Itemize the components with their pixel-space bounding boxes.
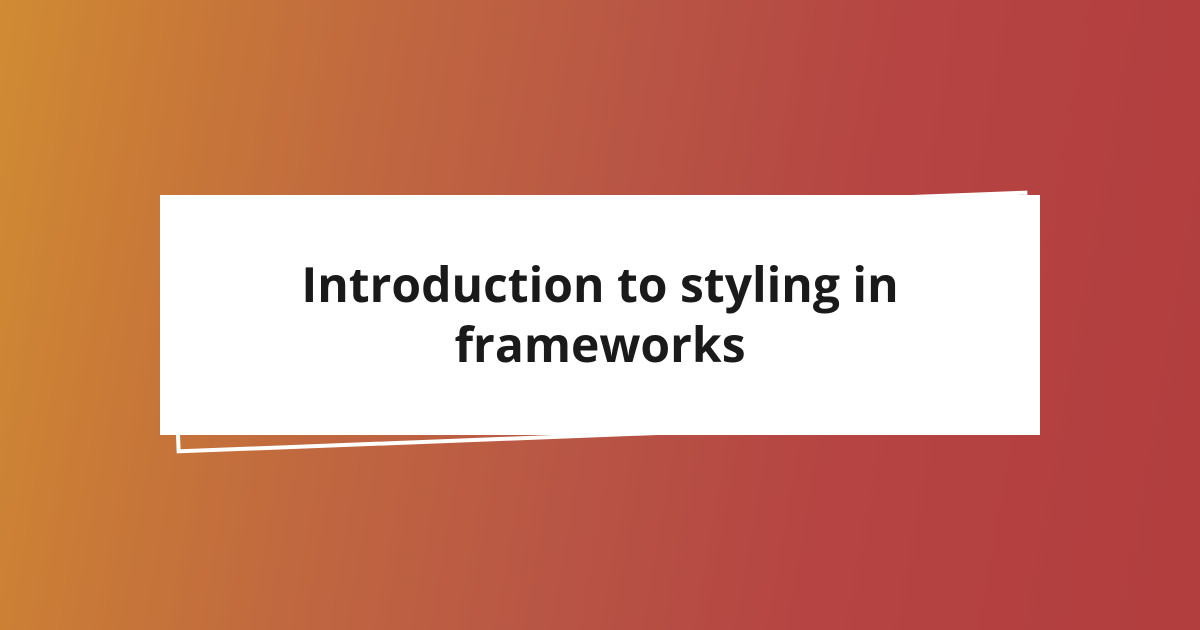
title-card: Introduction to styling in frameworks <box>160 195 1040 435</box>
title-card-wrapper: Introduction to styling in frameworks <box>160 195 1040 435</box>
page-title: Introduction to styling in frameworks <box>220 255 980 375</box>
